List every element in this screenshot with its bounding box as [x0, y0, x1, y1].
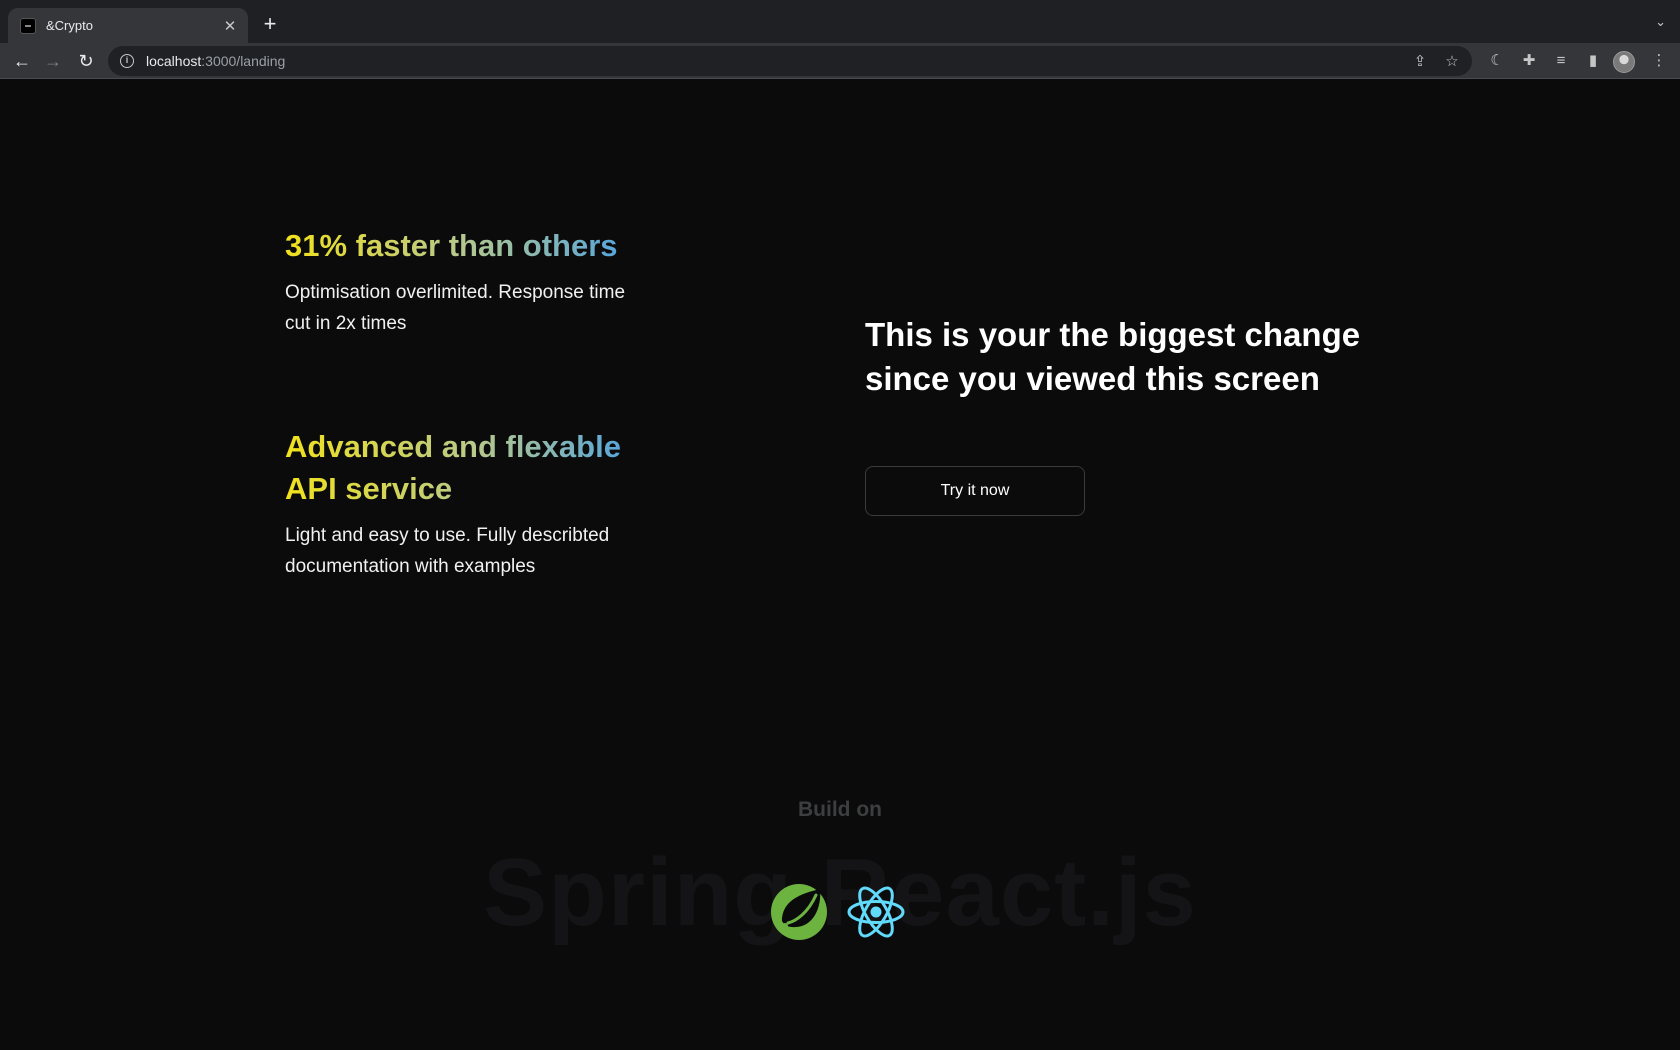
- forward-icon[interactable]: →: [41, 49, 65, 73]
- extensions-icon[interactable]: ✚: [1517, 49, 1541, 73]
- tech-logos: [768, 877, 908, 947]
- tab-title: &Crypto: [46, 18, 93, 33]
- spring-icon: [771, 884, 827, 940]
- back-icon[interactable]: ←: [10, 49, 34, 73]
- feature-speed: 31% faster than others Optimisation over…: [285, 225, 665, 339]
- site-info-icon[interactable]: i: [120, 54, 134, 68]
- feature-description: Light and easy to use. Fully describted …: [285, 525, 610, 577]
- new-tab-button[interactable]: +: [258, 12, 282, 36]
- address-bar[interactable]: i localhost:3000/landing ⇪ ☆: [108, 46, 1472, 76]
- bookmark-star-icon[interactable]: ☆: [1444, 52, 1460, 70]
- share-icon[interactable]: ⇪: [1412, 52, 1428, 70]
- url-text[interactable]: localhost:3000/landing: [146, 53, 1396, 69]
- dark-mode-icon[interactable]: ☾: [1485, 49, 1509, 73]
- tab-strip: &Crypto ✕ + ⌄: [0, 0, 1680, 43]
- media-playlist-icon[interactable]: ≡: [1549, 49, 1573, 73]
- reload-icon[interactable]: ↻: [74, 49, 98, 73]
- side-panel-icon[interactable]: ▮: [1581, 49, 1605, 73]
- try-it-now-button[interactable]: Try it now: [865, 466, 1085, 516]
- tab-search-chevron-icon[interactable]: ⌄: [1655, 14, 1666, 30]
- react-icon: [847, 886, 905, 938]
- landing-page: 31% faster than others Optimisation over…: [0, 80, 1680, 1050]
- hero-headline: This is your the biggest change since yo…: [865, 316, 1361, 397]
- feature-title: Advanced and flexable API service: [285, 426, 665, 510]
- feature-api: Advanced and flexable API service Light …: [285, 426, 665, 582]
- browser-menu-icon[interactable]: ⋮: [1647, 49, 1671, 73]
- feature-description: Optimisation overlimited. Response time …: [285, 282, 626, 334]
- feature-title: 31% faster than others: [285, 225, 665, 267]
- build-on-label: Build on: [798, 798, 882, 821]
- favicon-icon: [20, 17, 36, 34]
- profile-avatar[interactable]: [1613, 51, 1635, 73]
- browser-tab[interactable]: &Crypto ✕: [8, 8, 248, 43]
- browser-toolbar: ← → ↻ i localhost:3000/landing ⇪ ☆ ☾ ✚ ≡…: [0, 43, 1680, 79]
- close-tab-icon[interactable]: ✕: [222, 17, 238, 35]
